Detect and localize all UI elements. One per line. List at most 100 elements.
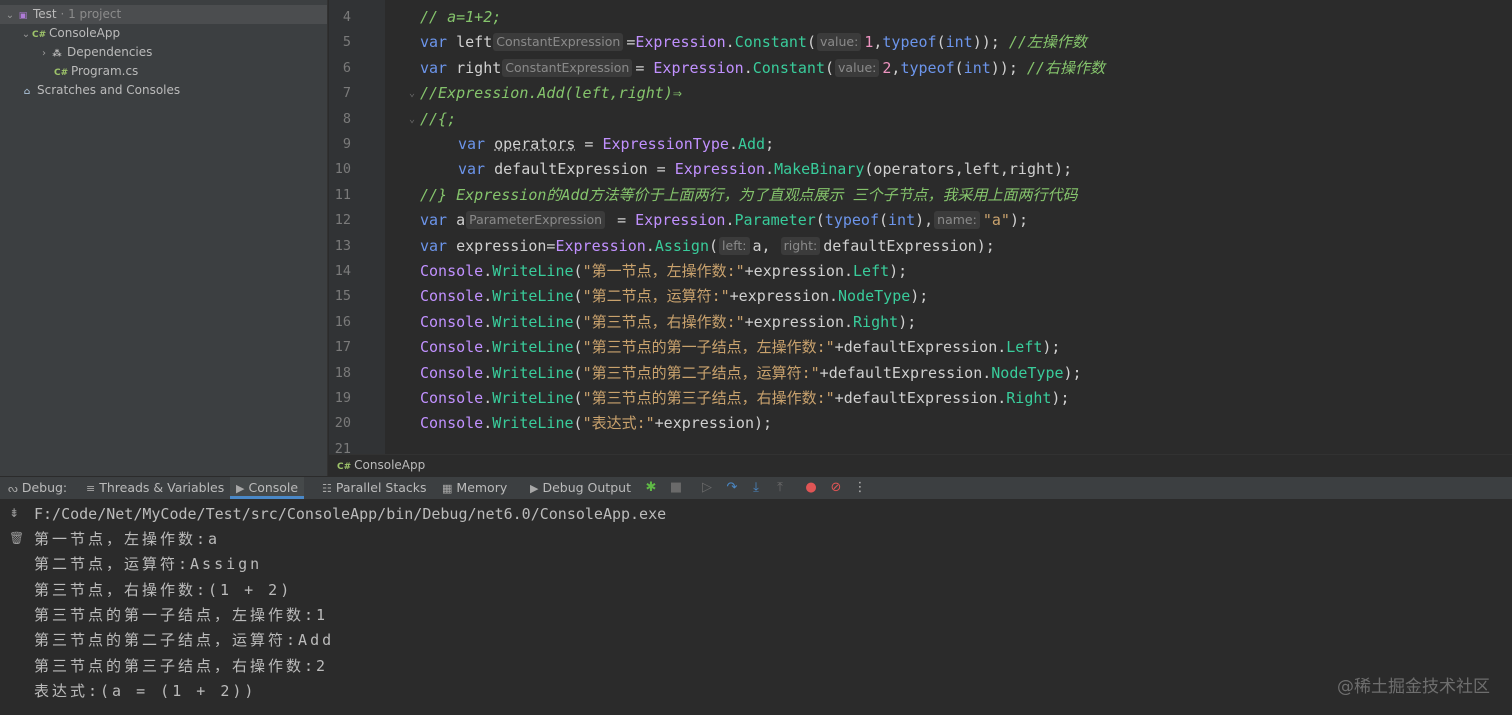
- line-number: 19: [334, 390, 351, 406]
- tree-item-consoleapp[interactable]: ⌄ C# ConsoleApp: [0, 24, 327, 43]
- code-line[interactable]: 10 var defaultExpression = Expression.Mak…: [329, 157, 1512, 182]
- code-token: WriteLine: [492, 364, 574, 382]
- fold-icon[interactable]: ⌄: [409, 81, 415, 106]
- code-token: WriteLine: [492, 338, 574, 356]
- code-token: defaultExpression =: [485, 160, 675, 178]
- code-editor[interactable]: 4// a=1+2; 5 var left ConstantExpression =Ex…: [329, 0, 1512, 454]
- code-token: +defaultExpression.: [834, 338, 1007, 356]
- code-token: +defaultExpression.: [819, 364, 992, 382]
- code-token: a,: [752, 237, 780, 255]
- step-into-icon[interactable]: ⤓: [748, 477, 764, 499]
- code-line[interactable]: 21: [329, 437, 1512, 454]
- view-breakpoints-icon[interactable]: ●: [803, 477, 819, 499]
- code-token: .: [483, 313, 493, 331]
- editor-breadcrumb[interactable]: C# ConsoleApp: [329, 454, 1512, 476]
- threads-icon: ≡: [86, 482, 96, 495]
- chevron-right-icon[interactable]: ›: [38, 44, 50, 63]
- code-line[interactable]: 16 Console.WriteLine("第三节点，右操作数:"+express…: [329, 310, 1512, 335]
- code-token: Constant: [752, 59, 825, 77]
- code-token: );: [1051, 389, 1070, 407]
- code-token: .: [483, 389, 493, 407]
- chevron-down-icon[interactable]: ⌄: [20, 25, 32, 44]
- code-text: Console.WriteLine("第三节点的第三子结点，右操作数:"+def…: [420, 386, 1069, 411]
- inlay-hint: name:: [934, 211, 980, 229]
- tab-memory[interactable]: ▦ Memory: [442, 477, 507, 499]
- resume-icon[interactable]: ▷: [699, 477, 715, 499]
- code-line[interactable]: 8 ⌄ //{;: [329, 107, 1512, 132]
- code-token: int: [888, 211, 916, 229]
- code-token: Left: [853, 262, 890, 280]
- code-line[interactable]: 5 var left ConstantExpression =Expression.C…: [329, 30, 1512, 55]
- tree-item-program-cs[interactable]: C# Program.cs: [0, 62, 327, 81]
- code-token: "第三节点的第三子结点，右操作数:": [582, 389, 835, 407]
- tree-item-scratches[interactable]: ⌂ Scratches and Consoles: [0, 81, 327, 100]
- tab-debug-output[interactable]: ▶ Debug Output: [530, 477, 631, 499]
- code-token: );: [1009, 211, 1028, 229]
- step-out-icon[interactable]: ⤒: [772, 477, 788, 499]
- mute-breakpoints-icon[interactable]: ⊘: [828, 477, 844, 499]
- code-token: "第三节点的第二子结点，运算符:": [582, 364, 820, 382]
- code-line[interactable]: 13 var expression=Expression.Assign(left:…: [329, 234, 1512, 259]
- code-token: (: [573, 313, 583, 331]
- code-token: //} Expression的Add方法等价于上面两行，为了直观点展示 三个子节…: [420, 186, 1078, 204]
- code-text: Console.WriteLine("第二节点，运算符:"+expression…: [420, 284, 928, 309]
- code-token: WriteLine: [492, 389, 574, 407]
- code-token: var: [420, 211, 448, 229]
- tab-console[interactable]: ▶ Console: [230, 477, 305, 499]
- inlay-hint: ConstantExpression: [493, 33, 624, 51]
- code-line[interactable]: 4 // a=1+2;: [329, 5, 1512, 30]
- fold-icon[interactable]: ⌄: [409, 107, 415, 132]
- chevron-down-icon[interactable]: ⌄: [4, 6, 16, 25]
- breadcrumb-label: ConsoleApp: [354, 458, 426, 472]
- console-gutter: ⇟ 🗑: [0, 500, 28, 715]
- code-line[interactable]: 20 Console.WriteLine("表达式:"+expression);: [329, 411, 1512, 436]
- code-text: //} Expression的Add方法等价于上面两行，为了直观点展示 三个子节…: [420, 183, 1078, 208]
- console-line: 第一节点，左操作数:a: [34, 530, 221, 548]
- code-line[interactable]: 6 var right ConstantExpression = Expression…: [329, 56, 1512, 81]
- code-token: //{;: [420, 110, 457, 128]
- code-line[interactable]: 15 Console.WriteLine("第二节点，运算符:"+expressi…: [329, 284, 1512, 309]
- code-token: Expression: [635, 33, 726, 51]
- code-line[interactable]: 19 Console.WriteLine("第三节点的第三子结点，右操作数:"+d…: [329, 386, 1512, 411]
- code-token: Console: [420, 389, 484, 407]
- code-token: .: [728, 135, 738, 153]
- code-line[interactable]: 17 Console.WriteLine("第三节点的第一子结点，左操作数:"+d…: [329, 335, 1512, 360]
- more-icon[interactable]: ⋮: [852, 477, 868, 499]
- code-token: a: [447, 211, 466, 229]
- trash-icon[interactable]: 🗑: [9, 531, 24, 545]
- code-token: "a": [982, 211, 1010, 229]
- code-token: Console: [420, 262, 484, 280]
- code-token: (: [709, 237, 719, 255]
- console-line: 第二节点，运算符:Assign: [34, 555, 263, 573]
- code-line[interactable]: 14 Console.WriteLine("第一节点，左操作数:"+express…: [329, 259, 1512, 284]
- code-line[interactable]: 7 ⌄ //Expression.Add(left,right)⇒: [329, 81, 1512, 106]
- code-line[interactable]: 11 //} Expression的Add方法等价于上面两行，为了直观点展示 三个…: [329, 183, 1512, 208]
- code-text: var left ConstantExpression =Expression.Co…: [420, 30, 1087, 55]
- code-token: var: [420, 237, 448, 255]
- code-line[interactable]: 9 var operators = ExpressionType.Add;: [329, 132, 1512, 157]
- code-token: typeof: [882, 33, 937, 51]
- step-over-icon[interactable]: ↷: [724, 477, 740, 499]
- code-token: );: [898, 313, 917, 331]
- code-token: int: [945, 33, 973, 51]
- code-token: NodeType: [991, 364, 1064, 382]
- tab-threads-variables[interactable]: ≡ Threads & Variables: [86, 477, 224, 499]
- code-line[interactable]: 18 Console.WriteLine("第三节点的第二子结点，运算符:"+de…: [329, 361, 1512, 386]
- bug-icon[interactable]: ✱: [643, 477, 659, 499]
- tree-item-dependencies[interactable]: › ⁂ Dependencies: [0, 43, 327, 62]
- code-token: .: [483, 364, 493, 382]
- scroll-to-end-icon[interactable]: ⇟: [9, 506, 19, 520]
- tree-item-solution[interactable]: ⌄ ▣ Test · 1 project: [0, 5, 327, 24]
- code-token: Console: [420, 414, 484, 432]
- tab-parallel-stacks[interactable]: ☷ Parallel Stacks: [322, 477, 427, 499]
- code-token: Right: [1006, 389, 1052, 407]
- inlay-hint: ParameterExpression: [466, 211, 606, 229]
- stop-icon[interactable]: ■: [668, 477, 684, 499]
- debug-output-icon: ▶: [530, 482, 539, 495]
- console-line: 第三节点的第三子结点，右操作数:2: [34, 657, 329, 675]
- code-token: (: [573, 364, 583, 382]
- code-token: operators: [494, 135, 576, 153]
- code-line[interactable]: 12 var a ParameterExpression = Expression.…: [329, 208, 1512, 233]
- code-token: .: [743, 59, 753, 77]
- console-output[interactable]: ⇟ 🗑 F:/Code/Net/MyCode/Test/src/ConsoleA…: [0, 500, 1512, 715]
